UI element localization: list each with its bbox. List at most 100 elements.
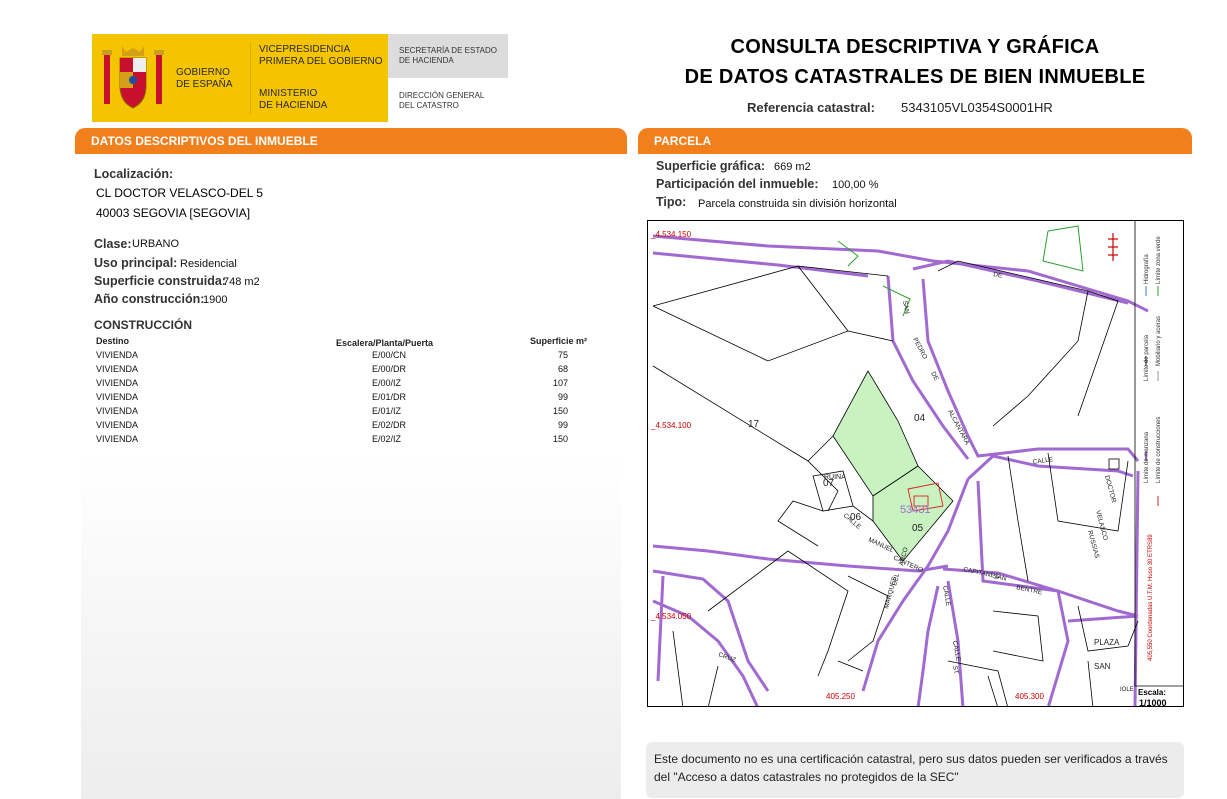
tipo-value: Parcela construida sin división horizont… (698, 198, 897, 210)
scale-value: 1/1000 (1139, 698, 1167, 707)
logo-ministerio-text: MINISTERIO DE HACIENDA (259, 88, 328, 111)
superficie-cell: 150 (552, 406, 568, 416)
legend-mobiliario: Mobiliario y aceras (1156, 316, 1162, 366)
street-label: CRUZ (717, 651, 736, 664)
escalera-cell: E/01/IZ (372, 406, 402, 416)
participacion-value: 100,00 % (832, 179, 879, 191)
plaza-label: PLAZA (1094, 638, 1120, 647)
north-arrow-icon (1108, 233, 1118, 261)
legend-manzana: Límite de manzana (1144, 431, 1150, 483)
legend-zona-verde: Límite zona verde (1156, 236, 1162, 284)
green-lines (837, 225, 1084, 317)
street-label: CALLE (1032, 456, 1054, 466)
table-header-destino: Destino (96, 336, 130, 346)
street-label: DE (929, 371, 940, 383)
table-row: VIVIENDA E/02/DR 99 (96, 420, 596, 434)
escalera-cell: E/02/DR (372, 420, 407, 430)
table-header-superficie: Superficie m² (530, 336, 588, 346)
logo-secretaria-text: SECRETARÍA DE ESTADO DE HACIENDA (399, 46, 497, 65)
table-header-escalera: Escalera/Planta/Puerta (336, 338, 434, 348)
government-logo-block: GOBIERNO DE ESPAÑA VICEPRESIDENCIA PRIMERA… (92, 34, 508, 122)
street-label: VELASCO (1094, 510, 1109, 541)
uso-label: Uso principal: (94, 256, 178, 270)
parcel-number: 05 (912, 523, 924, 534)
superficie-cell: 75 (557, 350, 568, 360)
street-label: CALLE (951, 640, 962, 662)
parcel-number: 17 (748, 419, 760, 430)
table-row: VIVIENDA E/01/IZ 150 (96, 406, 596, 420)
map-legend: Límite de manzana Límite de parcela Lími… (1144, 236, 1162, 661)
parcela-section-header: PARCELA (638, 128, 1192, 154)
coord-label: _4.534.100 (650, 421, 692, 430)
destino-cell: VIVIENDA (96, 406, 139, 416)
legend-hidrografia: Hidrografía (1144, 254, 1150, 284)
superficie-cell: 150 (552, 434, 568, 444)
disclaimer-box: Este documento no es una certificación c… (646, 742, 1184, 798)
superficie-cell: 99 (557, 420, 568, 430)
destino-cell: VIVIENDA (96, 364, 139, 374)
iole-label: IOLE (1120, 687, 1134, 693)
clase-label: Clase: (94, 237, 132, 251)
table-row: VIVIENDA E/02/IZ 150 (96, 434, 596, 448)
reference-label: Referencia catastral: (747, 100, 875, 115)
anio-value: 1900 (203, 294, 228, 306)
document-title-line1: CONSULTA DESCRIPTIVA Y GRÁFICA (730, 36, 1100, 58)
street-label: PEDRO (911, 337, 928, 361)
address-line1: CL DOCTOR VELASCO-DEL 5 (96, 186, 263, 200)
escalera-cell: E/00/IZ (372, 378, 402, 388)
street-label: ST (951, 665, 959, 674)
superficie-cell: 107 (552, 378, 568, 388)
escalera-cell: E/02/IZ (372, 434, 402, 444)
location-label: Localización: (94, 167, 174, 181)
clase-value: URBANO (132, 238, 180, 250)
destino-cell: VIVIENDA (96, 420, 139, 430)
tipo-label: Tipo: (656, 195, 687, 209)
superficie-cell: 99 (557, 392, 568, 402)
logo-direccion-text: DIRECCIÓN GENERAL DEL CATASTRO (399, 91, 485, 110)
destino-cell: VIVIENDA (96, 378, 139, 388)
escalera-cell: E/01/DR (372, 392, 407, 402)
parcel-id: 53431 (900, 504, 931, 516)
destino-cell: VIVIENDA (96, 392, 139, 402)
logo-gobierno-text: GOBIERNO DE ESPAÑA (176, 67, 233, 90)
table-row: VIVIENDA E/00/IZ 107 (96, 378, 596, 392)
map-symbol-icon (1108, 458, 1120, 470)
descriptive-data-panel (81, 154, 621, 799)
section-title: PARCELA (654, 134, 712, 148)
address-line2: 40003 SEGOVIA [SEGOVIA] (96, 206, 251, 220)
street-label: SAN (901, 300, 910, 315)
escalera-cell: E/00/DR (372, 364, 407, 374)
construction-title: CONSTRUCCIÓN (94, 318, 192, 332)
plaza-label: SAN (1094, 662, 1111, 671)
logo-vicepresidencia-text: VICEPRESIDENCIA PRIMERA DEL GOBIERNO (259, 44, 383, 67)
coord-label: 405.300 (1015, 692, 1044, 701)
destino-cell: VIVIENDA (96, 434, 139, 444)
legend-construcciones: Límite de construcciones (1156, 417, 1162, 483)
participacion-label: Participación del inmueble: (656, 177, 819, 191)
destino-cell: VIVIENDA (96, 350, 139, 360)
anio-label: Año construcción: (94, 292, 205, 306)
coord-label: _4.534.150 (650, 230, 692, 239)
legend-parcela: Límite de parcela (1144, 334, 1150, 381)
table-row: VIVIENDA E/01/DR 99 (96, 392, 596, 406)
map-drawing: _4.534.150 _4.534.100 _4.534.050 405.250… (650, 221, 1183, 707)
street-label: RUSSIAS (1086, 530, 1100, 560)
superficie-cell: 68 (557, 364, 568, 374)
table-row: VIVIENDA E/00/DR 68 (96, 364, 596, 378)
street-label: DEL (891, 572, 901, 586)
sup-grafica-value: 669 m2 (774, 161, 811, 173)
superficie-value: 748 m2 (223, 276, 260, 288)
street-label: DOCTOR (1103, 475, 1117, 504)
reference-value: 5343105VL0354S0001HR (901, 100, 1053, 115)
coat-of-arms-icon (102, 46, 164, 109)
logo-divider (250, 42, 251, 114)
descriptive-data-section-header: DATOS DESCRIPTIVOS DEL INMUEBLE (75, 128, 627, 154)
coordinate-note: 405,550 Coordenadas U.T.M. Huso 30 ETRS8… (1148, 534, 1154, 661)
parcel-number: 04 (914, 413, 926, 424)
cadastral-map[interactable]: _4.534.150 _4.534.100 _4.534.050 405.250… (647, 220, 1184, 707)
sup-grafica-label: Superficie gráfica: (656, 159, 766, 173)
escalera-cell: E/00/CN (372, 350, 407, 360)
scale-label: Escala: (1138, 688, 1166, 697)
street-label: DE (993, 271, 1004, 280)
coord-label: 405.250 (826, 692, 855, 701)
